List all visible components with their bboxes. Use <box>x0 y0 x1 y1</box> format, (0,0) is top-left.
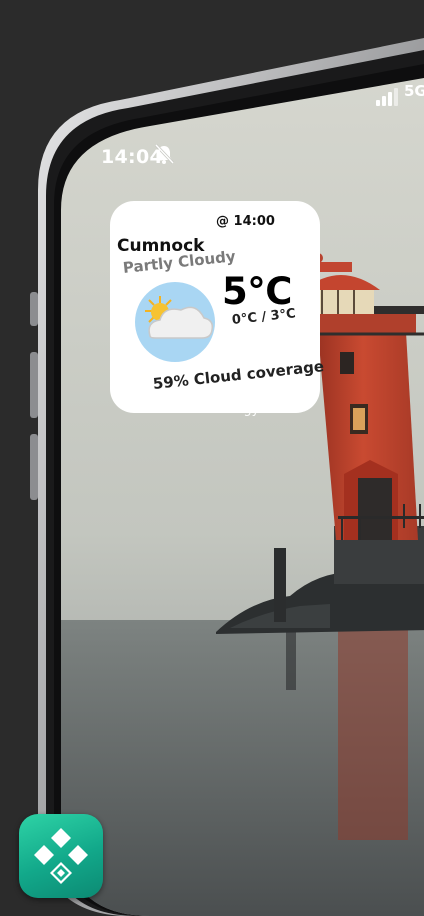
widget-temperature: 5°C <box>222 270 292 313</box>
network-type: 5G <box>404 82 424 100</box>
promo-screenshot: 14:04 5G Cumnock @ 14:00 Partly Cloudy 5… <box>0 0 424 916</box>
widget-time: @ 14:00 <box>216 214 275 229</box>
diamond-grid-icon <box>34 828 88 884</box>
volume-up-button <box>30 352 38 418</box>
widget-app-caption: Widgy <box>219 402 260 417</box>
widgy-app-icon[interactable] <box>19 814 103 898</box>
wallpaper <box>61 78 424 916</box>
mute-switch <box>30 292 38 326</box>
status-time: 14:04 <box>101 146 163 168</box>
volume-down-button <box>30 434 38 500</box>
partly-cloudy-icon <box>135 282 215 362</box>
phone-illustration <box>30 38 424 916</box>
